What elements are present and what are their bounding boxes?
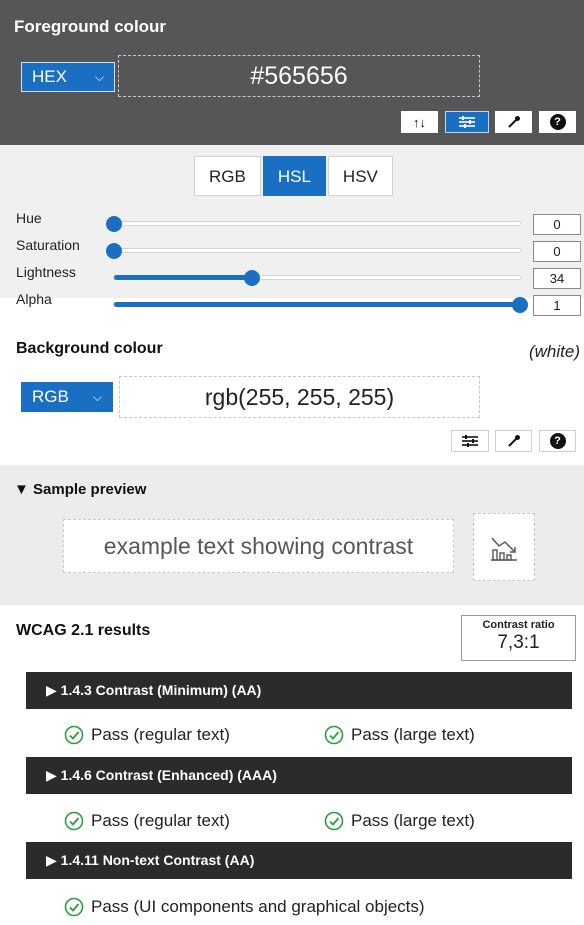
- criterion-1-4-3-toggle[interactable]: ▶ 1.4.3 Contrast (Minimum) (AA): [26, 672, 572, 709]
- alpha-value-input[interactable]: 1: [533, 295, 581, 316]
- check-circle-icon: [324, 811, 344, 831]
- swap-icon: ↑↓: [413, 114, 426, 130]
- wcag-results-title: WCAG 2.1 results: [16, 622, 151, 639]
- background-format-select[interactable]: RGB ⌵: [21, 382, 113, 412]
- criterion-1-4-6-toggle[interactable]: ▶ 1.4.6 Contrast (Enhanced) (AAA): [26, 757, 572, 794]
- saturation-value-input[interactable]: 0: [533, 241, 581, 262]
- colour-sliders-panel: RGB HSL HSV Hue 0 Saturation 0 Lightness…: [0, 145, 584, 316]
- lightness-row: Lightness 34: [0, 264, 584, 290]
- foreground-colour-input[interactable]: #565656: [118, 55, 480, 97]
- hue-slider[interactable]: [106, 216, 521, 232]
- background-title: Background colour: [16, 340, 163, 357]
- background-colour-name: (white): [528, 342, 580, 361]
- background-sliders-button[interactable]: [451, 430, 489, 452]
- eyedropper-icon: [507, 435, 520, 447]
- lightness-value-input[interactable]: 34: [533, 268, 581, 289]
- check-circle-icon: [324, 725, 344, 745]
- slider-thumb[interactable]: [244, 270, 261, 286]
- foreground-eyedropper-button[interactable]: [495, 111, 532, 133]
- background-format-value: RGB: [32, 387, 69, 406]
- slider-thumb[interactable]: [512, 297, 528, 313]
- slider-thumb[interactable]: [106, 243, 122, 259]
- saturation-slider[interactable]: [106, 243, 521, 259]
- lightness-label: Lightness: [16, 264, 76, 280]
- sample-preview-toggle[interactable]: ▼ Sample preview: [14, 481, 146, 498]
- sliders-icon: [462, 435, 478, 447]
- help-icon: ?: [549, 114, 566, 130]
- graph-preview-button[interactable]: [473, 513, 535, 581]
- background-colour-input[interactable]: rgb(255, 255, 255): [119, 376, 480, 418]
- tab-hsv[interactable]: HSV: [327, 156, 393, 196]
- foreground-title: Foreground colour: [14, 17, 167, 36]
- colour-model-tabs: RGB HSL HSV: [194, 156, 395, 196]
- result-text: Pass (UI components and graphical object…: [91, 897, 425, 916]
- background-eyedropper-button[interactable]: [495, 430, 532, 452]
- result-text: Pass (regular text): [91, 725, 230, 744]
- lightness-slider[interactable]: [113, 270, 521, 286]
- sample-preview-panel: ▼ Sample preview example text showing co…: [0, 465, 584, 605]
- foreground-format-value: HEX: [32, 67, 67, 86]
- hue-value-input[interactable]: 0: [533, 214, 581, 235]
- alpha-slider[interactable]: [113, 297, 528, 313]
- foreground-help-button[interactable]: ?: [539, 111, 576, 133]
- check-circle-icon: [64, 897, 84, 917]
- sample-text-box[interactable]: example text showing contrast: [63, 519, 454, 573]
- chevron-down-icon: ⌵: [92, 389, 102, 404]
- alpha-row: Alpha 1: [0, 291, 584, 317]
- slider-fill: [114, 302, 520, 307]
- foreground-format-select[interactable]: HEX ⌵: [21, 62, 115, 92]
- check-circle-icon: [64, 811, 84, 831]
- eyedropper-icon: [507, 116, 520, 128]
- sliders-icon: [459, 116, 475, 128]
- hue-row: Hue 0: [0, 210, 584, 236]
- check-circle-icon: [64, 725, 84, 745]
- result-item: Pass (large text): [324, 725, 475, 745]
- hue-label: Hue: [16, 210, 42, 226]
- result-item: Pass (UI components and graphical object…: [64, 897, 425, 917]
- background-help-button[interactable]: ?: [539, 430, 576, 452]
- criterion-1-4-11-toggle[interactable]: ▶ 1.4.11 Non-text Contrast (AA): [26, 842, 572, 879]
- sliders-toggle-button[interactable]: [445, 111, 489, 133]
- tab-rgb[interactable]: RGB: [194, 156, 261, 196]
- result-item: Pass (regular text): [64, 725, 230, 745]
- slider-thumb[interactable]: [106, 216, 122, 232]
- chart-icon: [491, 537, 517, 561]
- result-text: Pass (regular text): [91, 811, 230, 830]
- contrast-ratio-box: Contrast ratio 7,3:1: [461, 615, 576, 661]
- tab-hsl[interactable]: HSL: [262, 156, 326, 196]
- chevron-down-icon: ⌵: [94, 69, 104, 84]
- swap-colours-button[interactable]: ↑↓: [401, 111, 438, 133]
- saturation-label: Saturation: [16, 237, 80, 253]
- result-text: Pass (large text): [351, 811, 475, 830]
- saturation-row: Saturation 0: [0, 237, 584, 263]
- result-item: Pass (regular text): [64, 811, 230, 831]
- foreground-panel: Foreground colour HEX ⌵ #565656 ↑↓ ?: [0, 0, 584, 145]
- contrast-ratio-value: 7,3:1: [497, 632, 540, 653]
- result-item: Pass (large text): [324, 811, 475, 831]
- alpha-label: Alpha: [16, 291, 52, 307]
- help-icon: ?: [549, 433, 566, 449]
- contrast-ratio-label: Contrast ratio: [482, 619, 555, 631]
- result-text: Pass (large text): [351, 725, 475, 744]
- slider-fill: [114, 275, 253, 280]
